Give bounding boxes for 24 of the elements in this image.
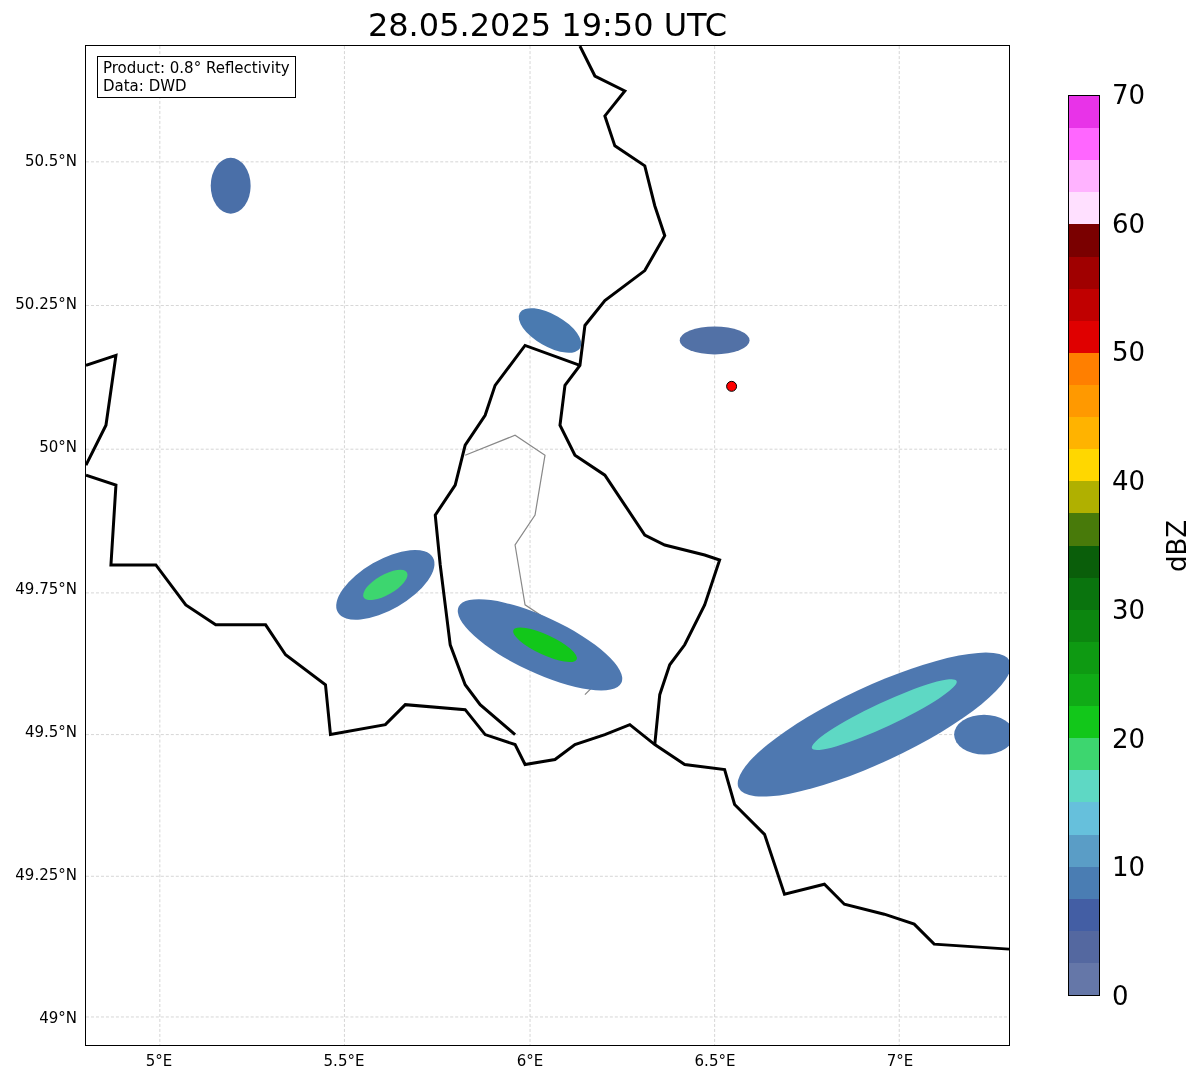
colorbar-tick-label: 50: [1112, 337, 1146, 368]
latitude-label: 50.25°N: [15, 294, 77, 313]
legend-text: Data: DWD: [103, 77, 188, 95]
latitude-label: 50°N: [39, 437, 77, 456]
latitude-label: 50.5°N: [24, 152, 77, 170]
colorbar-label: dBZ: [1162, 519, 1192, 572]
longitude-label: 6.5°E: [694, 1052, 736, 1070]
colorbar-tick-label: 0: [1112, 981, 1129, 1011]
longitude-label: 5°E: [145, 1052, 173, 1070]
longitude-label: 5.5°E: [323, 1052, 365, 1070]
colorbar-tick-label: 10: [1112, 852, 1146, 883]
latitude-label: 49.75°N: [15, 580, 77, 599]
latitude-label: 49.5°N: [24, 723, 77, 742]
colorbar-tick-label: 30: [1112, 594, 1146, 625]
colorbar-tick-label: 20: [1112, 723, 1146, 754]
colorbar-tick-label: 70: [1112, 80, 1146, 110]
longitude-label: 6°E: [516, 1052, 544, 1070]
latitude-label: 49.25°N: [15, 866, 77, 884]
legend-text: Product: 0.8° Reflectivity: [103, 59, 290, 77]
latitude-label: 49°N: [39, 1008, 77, 1027]
longitude-label: 7°E: [886, 1052, 914, 1070]
chart-title: 28.05.2025 19:50 UTC: [367, 5, 728, 45]
colorbar-tick-label: 40: [1112, 466, 1146, 497]
colorbar-tick-label: 60: [1112, 208, 1146, 239]
